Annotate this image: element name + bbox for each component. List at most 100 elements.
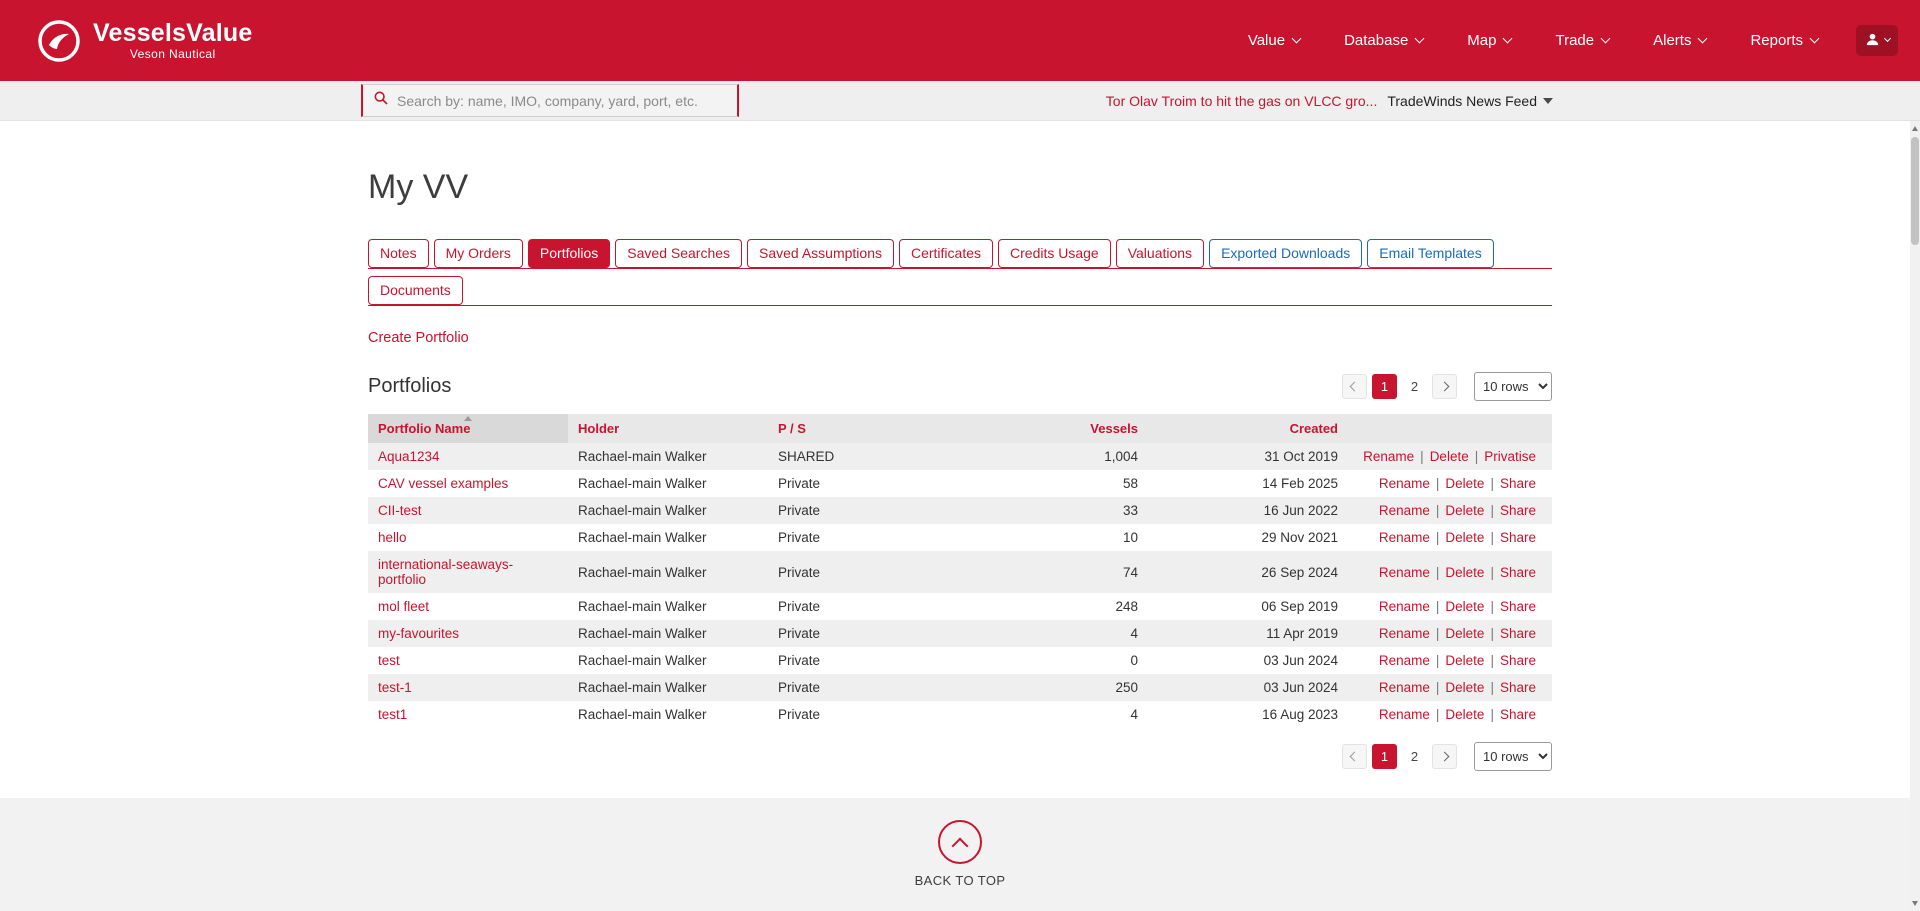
prev-page-button[interactable] bbox=[1342, 744, 1367, 769]
delete-link[interactable]: Delete bbox=[1445, 599, 1484, 614]
share-link[interactable]: Share bbox=[1500, 530, 1536, 545]
portfolio-name-link[interactable]: my-favourites bbox=[378, 626, 459, 641]
privatise-link[interactable]: Privatise bbox=[1484, 449, 1536, 464]
tab-valuations[interactable]: Valuations bbox=[1116, 239, 1204, 268]
rename-link[interactable]: Rename bbox=[1379, 530, 1430, 545]
tab-portfolios[interactable]: Portfolios bbox=[528, 239, 610, 268]
delete-link[interactable]: Delete bbox=[1445, 707, 1484, 722]
nav-item-trade[interactable]: Trade bbox=[1555, 32, 1609, 49]
back-to-top-label[interactable]: BACK TO TOP bbox=[915, 873, 1006, 888]
tab-exported-downloads[interactable]: Exported Downloads bbox=[1209, 239, 1362, 268]
search-input[interactable] bbox=[397, 93, 727, 109]
ps-cell: Private bbox=[768, 701, 968, 728]
portfolio-name-link[interactable]: test-1 bbox=[378, 680, 412, 695]
column-header-portfolio-name[interactable]: Portfolio Name bbox=[368, 414, 568, 443]
holder-cell: Rachael-main Walker bbox=[568, 497, 768, 524]
rows-per-page-select[interactable]: 10 rows bbox=[1474, 372, 1552, 401]
scrollbar-thumb[interactable] bbox=[1911, 137, 1919, 245]
scroll-down-arrow-icon[interactable] bbox=[1912, 901, 1918, 906]
column-header-holder[interactable]: Holder bbox=[568, 414, 768, 443]
rename-link[interactable]: Rename bbox=[1379, 503, 1430, 518]
portfolio-name-link[interactable]: international-seaways-portfolio bbox=[378, 557, 513, 587]
nav-item-value[interactable]: Value bbox=[1248, 32, 1300, 49]
delete-link[interactable]: Delete bbox=[1445, 565, 1484, 580]
tab-saved-searches[interactable]: Saved Searches bbox=[615, 239, 742, 268]
page-1-button[interactable]: 1 bbox=[1372, 374, 1397, 399]
delete-link[interactable]: Delete bbox=[1445, 530, 1484, 545]
rename-link[interactable]: Rename bbox=[1379, 476, 1430, 491]
user-menu-button[interactable] bbox=[1856, 25, 1898, 56]
tab-my-orders[interactable]: My Orders bbox=[434, 239, 523, 268]
rename-link[interactable]: Rename bbox=[1379, 680, 1430, 695]
portfolio-name-link[interactable]: CAV vessel examples bbox=[378, 476, 508, 491]
tab-credits-usage[interactable]: Credits Usage bbox=[998, 239, 1111, 268]
brand-logo[interactable]: VesselsValue Veson Nautical bbox=[37, 19, 252, 63]
prev-page-button[interactable] bbox=[1342, 374, 1367, 399]
delete-link[interactable]: Delete bbox=[1445, 476, 1484, 491]
pagination-top: 1 2 bbox=[1342, 374, 1457, 399]
column-header-created[interactable]: Created bbox=[1148, 414, 1348, 443]
column-header-vessels[interactable]: Vessels bbox=[968, 414, 1148, 443]
created-cell: 16 Aug 2023 bbox=[1148, 701, 1348, 728]
share-link[interactable]: Share bbox=[1500, 599, 1536, 614]
delete-link[interactable]: Delete bbox=[1445, 503, 1484, 518]
share-link[interactable]: Share bbox=[1500, 503, 1536, 518]
tab-email-templates[interactable]: Email Templates bbox=[1367, 239, 1493, 268]
rename-link[interactable]: Rename bbox=[1363, 449, 1414, 464]
column-header-ps[interactable]: P / S bbox=[768, 414, 968, 443]
vessels-cell: 10 bbox=[968, 524, 1148, 551]
portfolio-name-link[interactable]: mol fleet bbox=[378, 599, 429, 614]
nav-item-label: Value bbox=[1248, 32, 1285, 49]
news-feed-dropdown[interactable]: TradeWinds News Feed bbox=[1387, 93, 1553, 109]
created-cell: 03 Jun 2024 bbox=[1148, 674, 1348, 701]
page-2-button[interactable]: 2 bbox=[1402, 374, 1427, 399]
next-page-button[interactable] bbox=[1432, 374, 1457, 399]
portfolio-name-link[interactable]: test1 bbox=[378, 707, 407, 722]
rename-link[interactable]: Rename bbox=[1379, 626, 1430, 641]
nav-item-map[interactable]: Map bbox=[1467, 32, 1511, 49]
news-ticker-headline[interactable]: Tor Olav Troim to hit the gas on VLCC gr… bbox=[1106, 93, 1378, 109]
holder-cell: Rachael-main Walker bbox=[568, 593, 768, 620]
scroll-up-arrow-icon[interactable] bbox=[1912, 126, 1918, 131]
share-link[interactable]: Share bbox=[1500, 707, 1536, 722]
rows-per-page-select[interactable]: 10 rows bbox=[1474, 742, 1552, 771]
page-1-button[interactable]: 1 bbox=[1372, 744, 1397, 769]
rename-link[interactable]: Rename bbox=[1379, 565, 1430, 580]
nav-item-alerts[interactable]: Alerts bbox=[1653, 32, 1706, 49]
portfolio-name-link[interactable]: test bbox=[378, 653, 400, 668]
created-cell: 11 Apr 2019 bbox=[1148, 620, 1348, 647]
share-link[interactable]: Share bbox=[1500, 680, 1536, 695]
actions-cell: Rename|Delete|Privatise bbox=[1348, 443, 1552, 470]
portfolio-name-link[interactable]: Aqua1234 bbox=[378, 449, 440, 464]
nav-item-reports[interactable]: Reports bbox=[1750, 32, 1818, 49]
scrollbar[interactable] bbox=[1910, 121, 1920, 911]
delete-link[interactable]: Delete bbox=[1445, 680, 1484, 695]
portfolio-name-cell: mol fleet bbox=[368, 593, 568, 620]
delete-link[interactable]: Delete bbox=[1430, 449, 1469, 464]
delete-link[interactable]: Delete bbox=[1445, 626, 1484, 641]
pagination-bottom: 1 2 bbox=[1342, 744, 1457, 769]
next-page-button[interactable] bbox=[1432, 744, 1457, 769]
rename-link[interactable]: Rename bbox=[1379, 707, 1430, 722]
actions-cell: Rename|Delete|Share bbox=[1348, 470, 1552, 497]
share-link[interactable]: Share bbox=[1500, 626, 1536, 641]
share-link[interactable]: Share bbox=[1500, 565, 1536, 580]
tab-saved-assumptions[interactable]: Saved Assumptions bbox=[747, 239, 894, 268]
tab-documents[interactable]: Documents bbox=[368, 276, 463, 305]
share-link[interactable]: Share bbox=[1500, 476, 1536, 491]
back-to-top-button[interactable] bbox=[938, 820, 982, 864]
delete-link[interactable]: Delete bbox=[1445, 653, 1484, 668]
page-2-button[interactable]: 2 bbox=[1402, 744, 1427, 769]
create-portfolio-link[interactable]: Create Portfolio bbox=[368, 330, 469, 346]
pagination-top-area: 1 2 10 rows bbox=[1342, 372, 1552, 401]
nav-item-database[interactable]: Database bbox=[1344, 32, 1423, 49]
tab-notes[interactable]: Notes bbox=[368, 239, 429, 268]
table-body: Aqua1234 Rachael-main Walker SHARED 1,00… bbox=[368, 443, 1552, 728]
vesselsvalue-logo-icon bbox=[37, 19, 81, 63]
rename-link[interactable]: Rename bbox=[1379, 599, 1430, 614]
portfolio-name-link[interactable]: hello bbox=[378, 530, 407, 545]
share-link[interactable]: Share bbox=[1500, 653, 1536, 668]
portfolio-name-link[interactable]: CII-test bbox=[378, 503, 422, 518]
tab-certificates[interactable]: Certificates bbox=[899, 239, 993, 268]
rename-link[interactable]: Rename bbox=[1379, 653, 1430, 668]
